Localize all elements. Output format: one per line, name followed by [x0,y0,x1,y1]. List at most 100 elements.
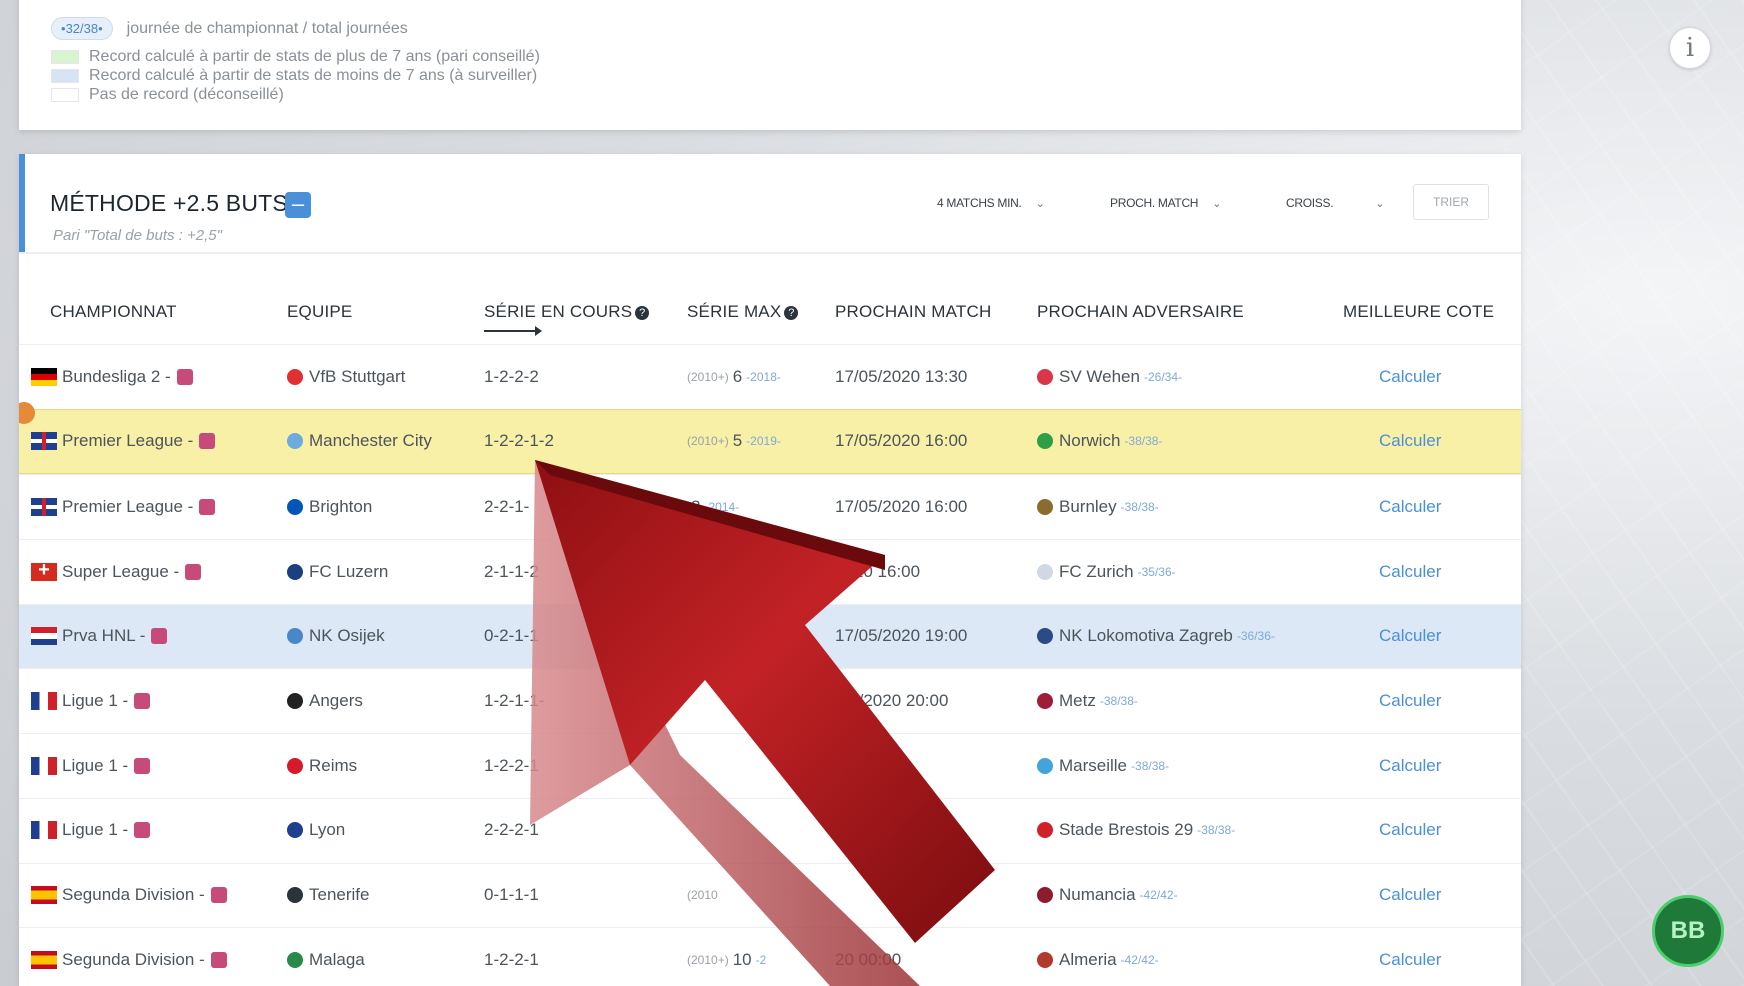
championship-cell: Ligue 1 - [31,799,151,862]
legend-label: Record calculé à partir de stats de moin… [89,67,538,84]
table-row[interactable]: Bundesliga 2 - VfB Stuttgart 1-2-2-2 (2010+… [19,344,1521,409]
filter-order[interactable]: CROISS. ⌄ [1286,196,1384,210]
opponent-cell: SV Wehen -26/34- [1037,345,1182,408]
championship-cell: Ligue 1 - [31,669,151,732]
team-crest-icon [287,368,303,385]
col-header-team[interactable]: EQUIPE [287,302,352,322]
opponent-cell: FC Zurich -35/36- [1037,540,1176,603]
filter-label: CROISS. [1286,196,1334,210]
calculate-link[interactable]: Calculer [1379,345,1441,408]
league-name: Premier League - [62,496,194,516]
team-name: VfB Stuttgart [309,366,406,386]
col-header-best-odds[interactable]: MEILLEURE COTE [1343,302,1494,322]
team-name: Angers [309,690,363,710]
channel-logo: BB [1652,895,1724,967]
league-name: Ligue 1 - [62,820,129,840]
league-logo-icon [210,887,227,903]
opponent-cell: Almeria -42/42- [1037,928,1159,986]
calculate-link[interactable]: Calculer [1379,864,1441,927]
max-series-value: 6 [732,366,743,386]
red-arrow-overlay [530,460,995,986]
method-title: MÉTHODE +2.5 BUTS [50,190,288,216]
team-cell: NK Osijek [287,605,385,668]
filter-next-match[interactable]: PROCH. MATCH ⌄ [1110,196,1221,210]
opponent-crest-icon [1037,433,1053,450]
col-header-current-series[interactable]: SÉRIE EN COURS? [484,302,650,322]
league-logo-icon [199,433,216,450]
legend-item: Record calculé à partir de stats de moin… [51,67,537,85]
league-name: Prva HNL - [62,626,146,646]
opponent-round: -38/38- [1124,434,1163,449]
calculate-link[interactable]: Calculer [1379,410,1441,473]
team-name: Brighton [309,496,373,516]
col-header-next-match[interactable]: PROCHAIN MATCH [835,302,991,322]
opponent-cell: Metz -38/38- [1037,669,1138,732]
championship-cell: Segunda Division - [31,928,227,986]
calculate-link[interactable]: Calculer [1379,734,1441,797]
col-header-championship[interactable]: CHAMPIONNAT [50,302,177,322]
next-match-cell: 17/05/2020 13:30 [835,366,968,386]
opponent-crest-icon [1037,368,1053,385]
team-name: Manchester City [309,431,432,451]
league-logo-icon [210,951,227,968]
legend-item: Record calculé à partir de stats de plus… [51,48,540,66]
opponent-name: Marseille [1059,755,1128,775]
calculate-link[interactable]: Calculer [1379,669,1441,732]
opponent-cell: Burnley -38/38- [1037,475,1159,538]
current-series-cell: 1-2-2-2 [484,366,539,386]
flag-gb-icon [31,497,57,516]
flag-fr-icon [31,821,57,840]
filter-min-matches[interactable]: 4 MATCHS MIN. ⌄ [937,196,1045,210]
help-icon[interactable]: ? [635,306,650,320]
collapse-button[interactable]: – [285,192,311,218]
max-series-period: (2010+) [687,434,729,449]
flag-hr-icon [31,627,57,646]
league-logo-icon [199,498,216,515]
flag-ch-icon [31,559,57,582]
info-icon[interactable]: i [1669,27,1711,69]
flag-de-icon [31,367,57,386]
opponent-crest-icon [1037,498,1053,515]
opponent-round: -36/36- [1236,629,1275,644]
help-icon[interactable]: ? [784,306,799,320]
chevron-down-icon: ⌄ [1375,198,1385,210]
team-name: Malaga [309,949,365,969]
max-series-cell: (2010+) 6 -2018- [687,345,781,408]
flag-es-icon [31,950,57,969]
calculate-link[interactable]: Calculer [1379,928,1441,986]
calculate-link[interactable]: Calculer [1379,799,1441,862]
opponent-crest-icon [1037,951,1053,968]
col-header-label: SÉRIE EN COURS [484,302,633,321]
team-cell: Brighton [287,475,372,538]
opponent-round: -42/42- [1139,888,1178,902]
league-name: Ligue 1 - [62,755,129,775]
calculate-link[interactable]: Calculer [1379,475,1441,538]
opponent-name: Numancia [1059,885,1136,904]
team-crest-icon [287,628,303,645]
opponent-crest-icon [1037,822,1053,839]
calculate-link[interactable]: Calculer [1379,540,1441,603]
league-logo-icon [151,628,168,645]
opponent-cell: Stade Brestois 29 -38/38- [1037,799,1235,862]
league-name: Segunda Division - [62,885,205,904]
team-crest-icon [287,757,303,774]
opponent-cell: NK Lokomotiva Zagreb -36/36- [1037,605,1275,668]
max-series-value: 5 [732,431,743,451]
opponent-name: NK Lokomotiva Zagreb [1059,626,1233,646]
col-header-max-series[interactable]: SÉRIE MAX? [687,302,799,322]
opponent-crest-icon [1037,692,1053,709]
opponent-name: Almeria [1059,949,1117,969]
filter-label: PROCH. MATCH [1110,196,1199,210]
championship-cell: Premier League - [31,475,216,538]
team-cell: Angers [287,669,363,732]
team-name: FC Luzern [309,561,389,581]
col-header-label: SÉRIE MAX [687,302,782,321]
current-series-cell: 2-2-1- [484,496,530,516]
flag-gb-icon [31,432,57,451]
col-header-next-opponent[interactable]: PROCHAIN ADVERSAIRE [1037,302,1244,322]
sort-button[interactable]: TRIER [1413,184,1489,220]
opponent-round: -38/38- [1131,758,1170,773]
league-name: Super League - [62,561,180,581]
calculate-link[interactable]: Calculer [1379,605,1441,668]
divider [19,252,1521,254]
